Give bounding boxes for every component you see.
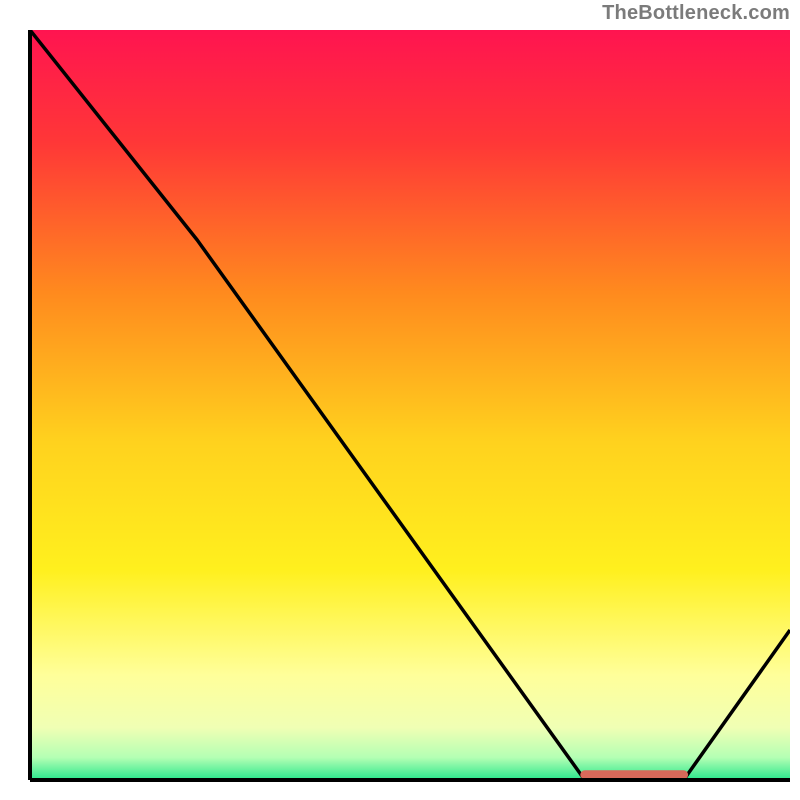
bottleneck-plot [0,0,800,800]
attribution-label: TheBottleneck.com [602,2,790,25]
chart-container: TheBottleneck.com [0,0,800,800]
gradient-background [30,30,790,780]
